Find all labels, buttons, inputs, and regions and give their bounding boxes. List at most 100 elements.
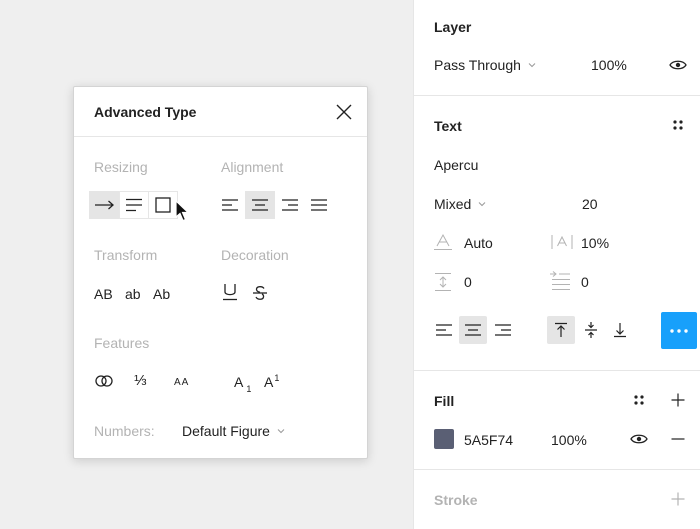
align-top-button[interactable] [547,316,575,344]
plus-icon [671,393,685,407]
align-middle-icon [585,322,597,338]
ligatures-button[interactable] [95,374,113,393]
superscript-base: A [264,374,274,390]
add-stroke-button[interactable] [664,485,692,513]
align-right-icon [282,199,298,211]
align-left-button[interactable] [215,191,245,219]
chevron-down-icon [479,202,486,207]
subscript-button[interactable]: A1 [234,374,252,394]
numbers-value: Default Figure [182,423,270,439]
decoration-label: Decoration [221,247,289,263]
popover-header: Advanced Type [74,87,367,137]
paragraph-spacing-input[interactable]: 0 [464,274,472,290]
resize-auto-height-button[interactable] [119,191,149,219]
align-justify-icon [311,199,327,211]
fill-color-swatch[interactable] [434,429,454,449]
align-right-icon [495,324,511,336]
popover-title: Advanced Type [94,104,197,120]
eye-icon [630,434,648,444]
align-right-button[interactable] [275,191,305,219]
stroke-section-title: Stroke [434,492,478,508]
auto-height-icon [126,198,142,212]
arrow-right-icon [95,200,114,210]
fill-opacity-input[interactable]: 100% [551,432,587,448]
align-right-button[interactable] [489,316,517,344]
lowercase-button[interactable]: ab [125,286,141,302]
fill-section-title: Fill [434,393,455,409]
letter-spacing-input[interactable]: 10% [581,235,609,251]
eye-icon [669,60,687,70]
close-popover-button[interactable] [334,102,354,122]
fill-visibility-toggle[interactable] [625,425,653,453]
align-left-icon [222,199,238,211]
align-middle-button[interactable] [577,316,605,344]
align-bottom-icon [614,323,626,338]
fractions-button[interactable]: ⅓ [134,372,147,389]
font-weight-value: Mixed [434,196,472,212]
layer-opacity-input[interactable]: 100% [591,57,627,73]
plus-icon [671,492,685,506]
section-divider [414,95,700,96]
blend-mode-dropdown[interactable]: Pass Through [434,57,537,73]
alignment-label: Alignment [221,159,284,175]
advanced-type-popover: Advanced Type Resizing Alignment Transfo… [73,86,368,459]
subscript-base: A [234,374,244,390]
mouse-cursor-icon [175,200,190,222]
align-left-icon [436,324,452,336]
font-size-input[interactable]: 20 [582,196,598,212]
align-center-icon [252,199,268,211]
paragraph-indent-input[interactable]: 0 [581,274,589,290]
section-divider [414,370,700,371]
font-weight-dropdown[interactable]: Mixed [434,196,487,212]
letter-spacing-icon [551,235,573,249]
chevron-down-icon [277,429,285,434]
advanced-type-button[interactable] [661,312,697,349]
text-section-title: Text [434,118,462,134]
strikethrough-button[interactable] [252,285,268,306]
add-fill-button[interactable] [664,386,692,414]
subscript-mark: 1 [246,384,252,394]
chevron-down-icon [528,63,536,68]
superscript-mark: 1 [274,373,280,383]
text-styles-button[interactable] [664,111,692,139]
small-caps-button[interactable]: AA [174,377,189,388]
align-left-button[interactable] [430,316,458,344]
resize-fixed-button[interactable] [148,191,178,219]
close-icon [336,104,352,120]
paragraph-spacing-icon [435,273,451,291]
underline-icon [223,284,237,301]
remove-fill-button[interactable] [664,425,692,453]
align-top-icon [555,322,567,337]
resizing-label: Resizing [94,159,148,175]
uppercase-button[interactable]: AB [94,286,113,302]
styles-grid-icon [673,120,683,130]
align-center-button[interactable] [245,191,275,219]
line-height-input[interactable]: Auto [464,235,493,251]
numbers-dropdown[interactable]: Default Figure [182,423,286,439]
properties-panel: Layer Pass Through 100% Text Apercu Mixe… [413,0,700,529]
minus-icon [671,438,685,440]
transform-label: Transform [94,247,158,263]
numbers-label: Numbers: [94,423,155,439]
font-family-dropdown[interactable]: Apercu [434,157,478,173]
align-center-button[interactable] [459,316,487,344]
align-justify-button[interactable] [304,191,334,219]
styles-grid-icon [634,395,644,405]
strikethrough-icon [253,286,267,300]
fill-styles-button[interactable] [625,386,653,414]
underline-button[interactable] [222,283,238,306]
titlecase-button[interactable]: Ab [153,286,170,302]
visibility-toggle[interactable] [664,51,692,79]
fill-hex-input[interactable]: 5A5F74 [464,432,513,448]
features-label: Features [94,335,150,351]
fixed-size-icon [155,197,171,213]
paragraph-indent-icon [550,271,570,290]
resize-auto-width-button[interactable] [89,191,119,219]
align-bottom-button[interactable] [606,316,634,344]
ligature-icon [95,375,113,387]
blend-mode-value: Pass Through [434,57,521,73]
line-height-icon [434,233,452,250]
section-divider [414,469,700,470]
superscript-button[interactable]: A1 [264,373,280,392]
more-dots-icon [670,328,688,333]
